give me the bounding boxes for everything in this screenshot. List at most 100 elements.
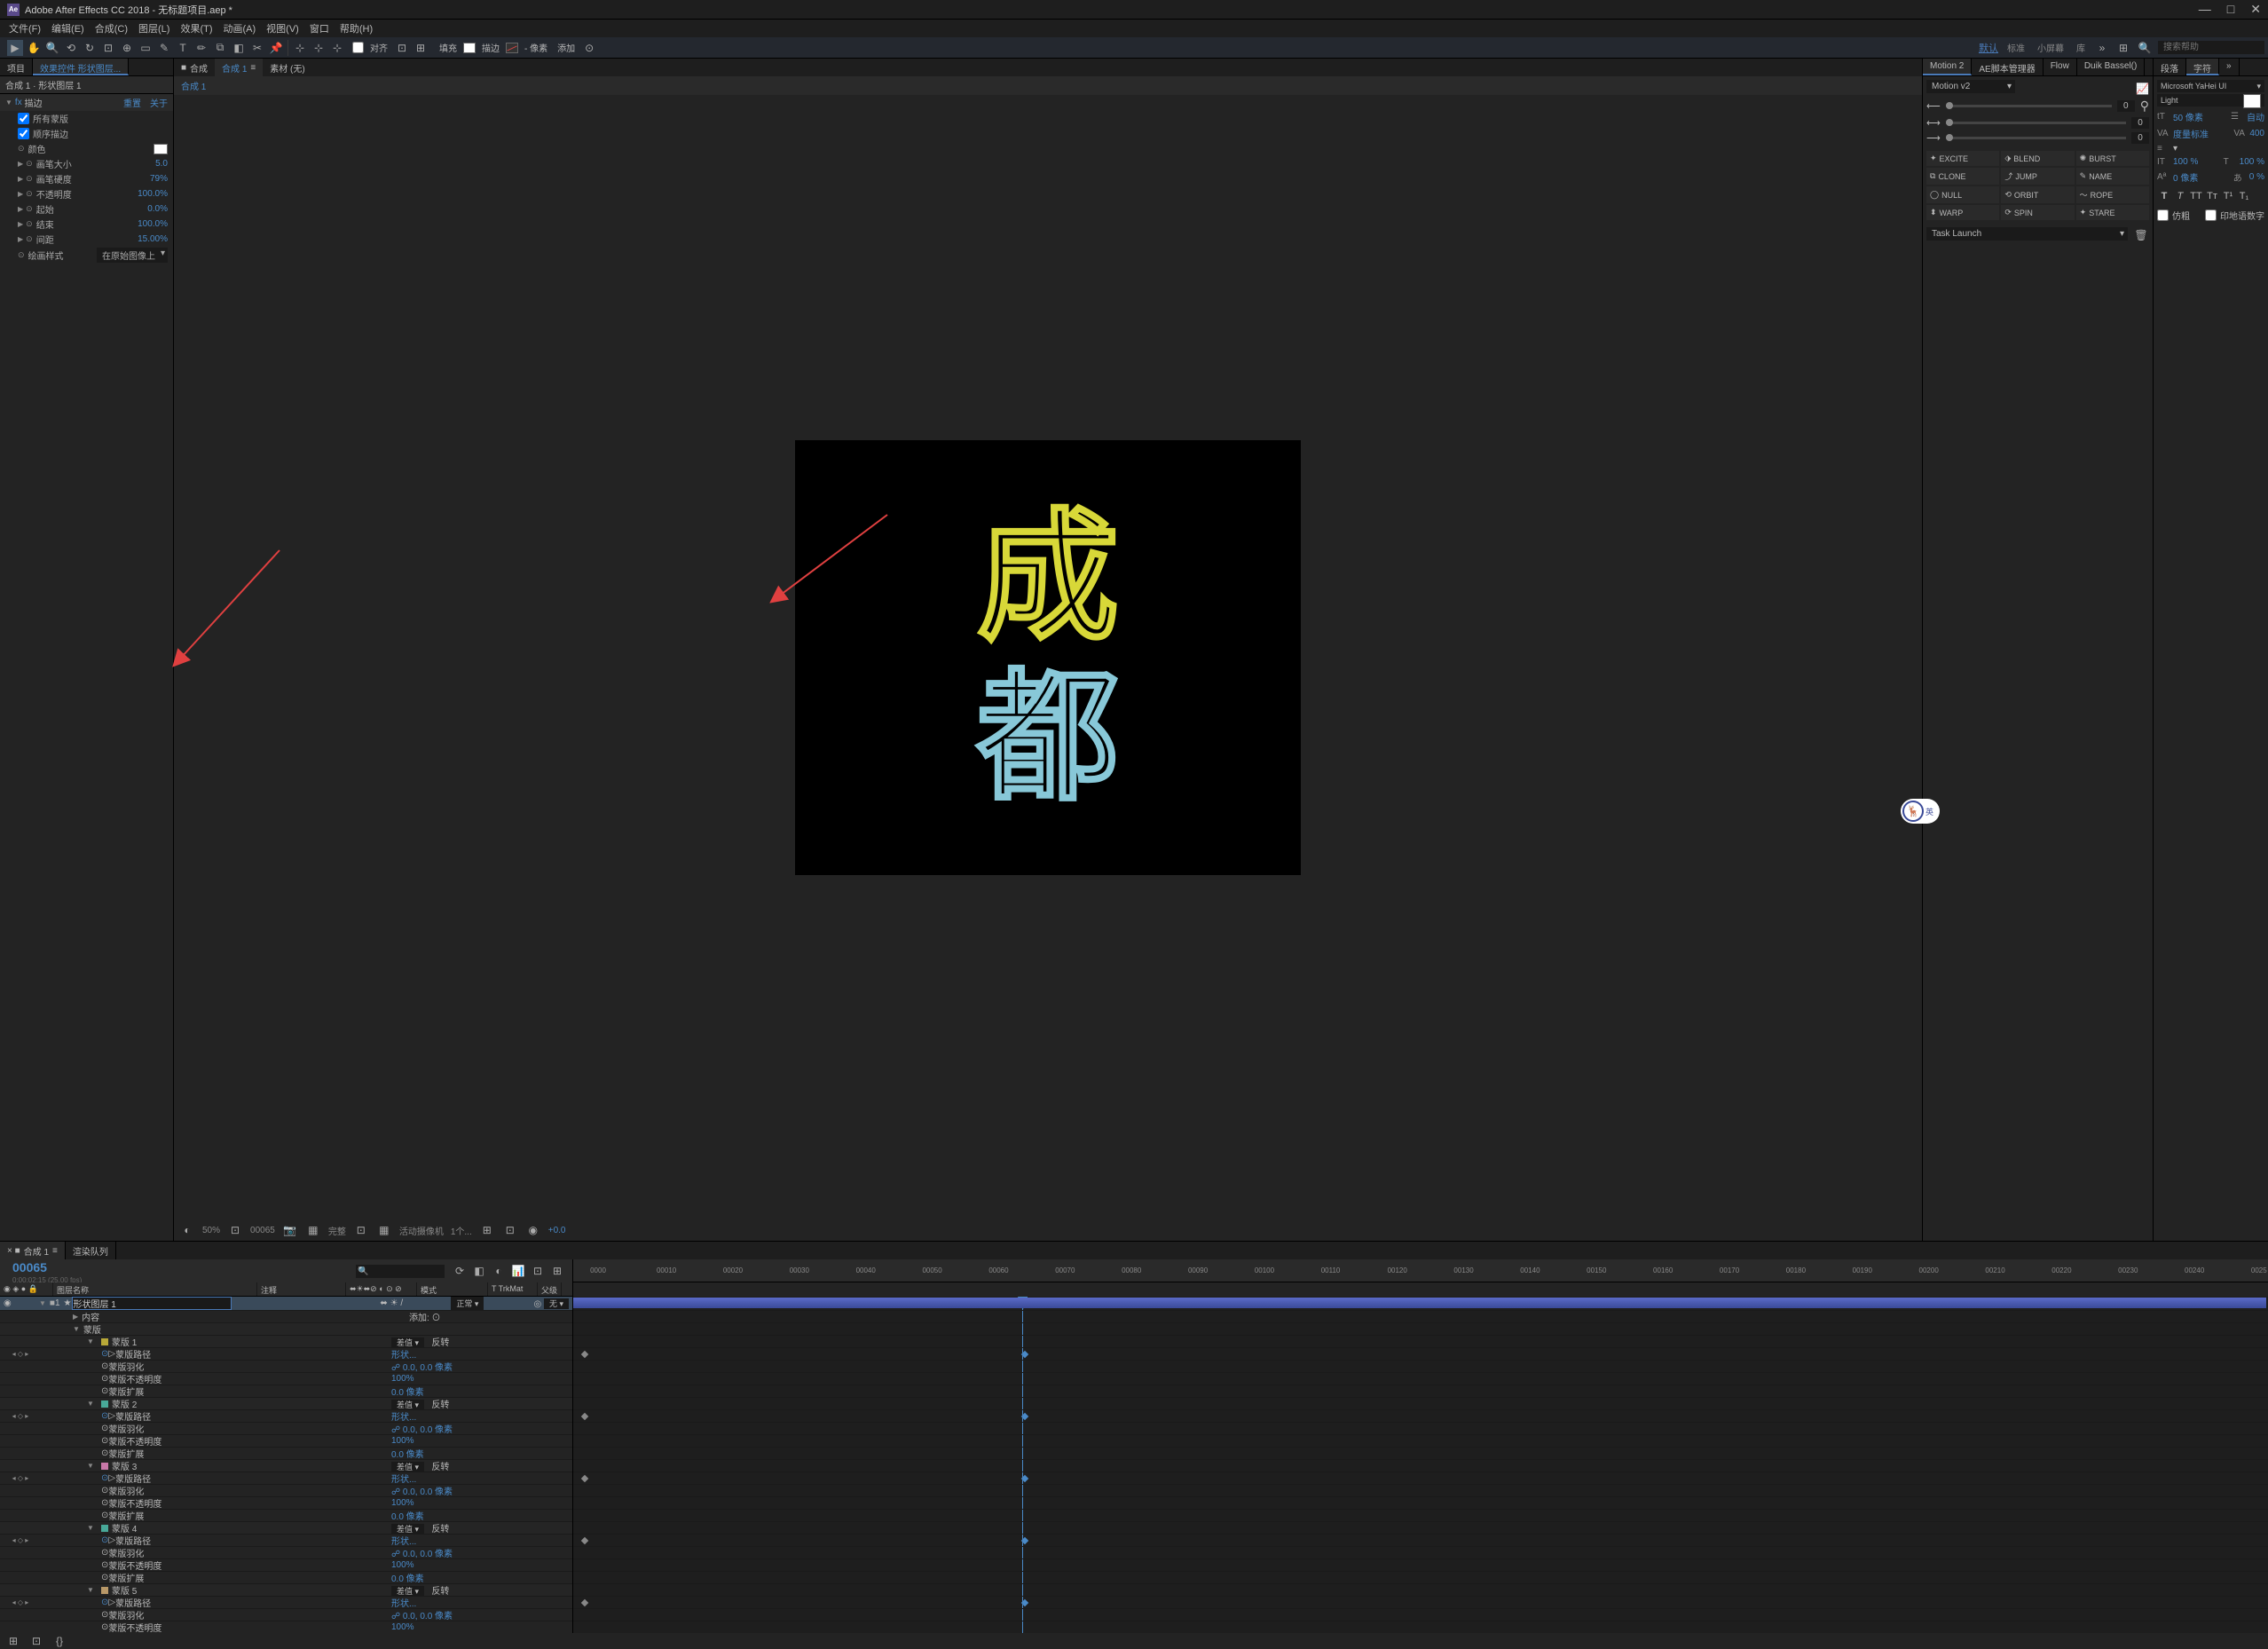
roto-tool-icon[interactable]: ✂ xyxy=(249,40,265,56)
track-row[interactable] xyxy=(573,1410,2268,1423)
tl-graph-icon[interactable]: 📊 xyxy=(510,1263,526,1279)
mask-opacity-row[interactable]: ⊙ 蒙版不透明度100% xyxy=(0,1373,572,1385)
fx-about[interactable]: 关于 xyxy=(150,96,168,109)
tab-flow[interactable]: Flow xyxy=(2044,59,2077,75)
tri-icon[interactable]: ▶ xyxy=(18,190,23,198)
baseline[interactable]: 0 像素 xyxy=(2173,170,2198,184)
vscale[interactable]: 100 % xyxy=(2173,157,2198,167)
search-input[interactable] xyxy=(2158,41,2264,54)
motion-btn-jump[interactable]: ⤴JUMP xyxy=(2001,168,2074,185)
views-dropdown[interactable]: 1个... xyxy=(451,1224,472,1237)
track-row[interactable] xyxy=(573,1448,2268,1460)
paragraph-dropdown[interactable]: ▾ xyxy=(2173,144,2177,154)
fx-effect-name[interactable]: 描边 xyxy=(24,96,42,109)
hscale[interactable]: 100 % xyxy=(2240,157,2264,167)
text-color-swatch[interactable] xyxy=(2243,94,2261,108)
tl-motion-blur-icon[interactable]: ◐ xyxy=(491,1263,507,1279)
tl-toggle-modes-icon[interactable]: ⊡ xyxy=(28,1633,44,1649)
slider-2-val[interactable]: 0 xyxy=(2131,117,2149,129)
motion-btn-rope[interactable]: 〜ROPE xyxy=(2076,186,2149,203)
mask-opacity-row[interactable]: ⊙ 蒙版不透明度100% xyxy=(0,1435,572,1448)
anchor-icon[interactable]: ⚲ xyxy=(2140,99,2149,114)
track-row[interactable] xyxy=(573,1423,2268,1435)
track-row[interactable] xyxy=(573,1597,2268,1609)
mask-feather-row[interactable]: ⊙ 蒙版羽化☍ 0.0, 0.0 像素 xyxy=(0,1485,572,1497)
track-row[interactable] xyxy=(573,1485,2268,1497)
motion-btn-excite[interactable]: ✦EXCITE xyxy=(1926,151,1999,166)
track-row[interactable] xyxy=(573,1323,2268,1336)
track-row[interactable] xyxy=(573,1510,2268,1522)
fill-label[interactable]: 填充 xyxy=(436,41,461,54)
cur-frame[interactable]: 00065 xyxy=(250,1226,275,1235)
cam-dropdown[interactable]: 活动摄像机 xyxy=(399,1224,444,1237)
bold-button[interactable]: T xyxy=(2157,189,2171,203)
stroke-swatch[interactable] xyxy=(506,43,518,53)
snap-checkbox[interactable] xyxy=(352,42,364,53)
track-row[interactable] xyxy=(573,1559,2268,1572)
ws-standard[interactable]: 标准 xyxy=(2004,41,2028,54)
tl-search-input[interactable] xyxy=(356,1265,445,1278)
transp-icon[interactable]: ▦ xyxy=(376,1222,392,1238)
track-row[interactable] xyxy=(573,1572,2268,1584)
exposure[interactable]: +0.0 xyxy=(548,1226,566,1235)
menu-anim[interactable]: 动画(A) xyxy=(218,20,262,37)
col-parent[interactable]: 父级 xyxy=(538,1282,562,1296)
menu-help[interactable]: 帮助(H) xyxy=(335,20,378,37)
mask-row[interactable]: ▼蒙版 1差值 ▾ 反转 xyxy=(0,1336,572,1348)
stroke-px[interactable]: - 像素 xyxy=(521,41,551,54)
allcaps-button[interactable]: TT xyxy=(2189,189,2203,203)
fx-collapse-icon[interactable]: ▼ xyxy=(5,99,12,107)
layer-name-input[interactable] xyxy=(72,1297,232,1310)
mask-path-row[interactable]: ◂ ◇ ▸⊙ ▷ 蒙版路径形状... xyxy=(0,1410,572,1423)
close-button[interactable]: ✕ xyxy=(2250,2,2261,17)
rotate-tool-icon[interactable]: ↻ xyxy=(82,40,98,56)
stopwatch-icon[interactable]: ⊙ xyxy=(26,204,33,214)
menu-view[interactable]: 视图(V) xyxy=(261,20,304,37)
anchor-y-icon[interactable]: ⟷ xyxy=(1926,117,1941,129)
track-row[interactable] xyxy=(573,1336,2268,1348)
motion-btn-null[interactable]: ◯NULL xyxy=(1926,186,1999,203)
mask-path-row[interactable]: ◂ ◇ ▸⊙ ▷ 蒙版路径形状... xyxy=(0,1535,572,1547)
brush-tool-icon[interactable]: ✏ xyxy=(193,40,209,56)
ws-more-icon[interactable]: » xyxy=(2094,40,2110,56)
col-trkmat[interactable]: T TrkMat xyxy=(488,1282,538,1296)
menu-effect[interactable]: 效果(T) xyxy=(175,20,217,37)
mask-expansion-row[interactable]: ⊙ 蒙版扩展0.0 像素 xyxy=(0,1510,572,1522)
subscript-button[interactable]: T₁ xyxy=(2237,189,2251,203)
cb-seq-stroke[interactable] xyxy=(18,128,29,139)
val-end[interactable]: 100.0% xyxy=(138,219,168,229)
anchor-z-icon[interactable]: ⟶ xyxy=(1926,132,1941,144)
motion-btn-blend[interactable]: ⬗BLEND xyxy=(2001,151,2074,166)
task-launch-dropdown[interactable]: Task Launch xyxy=(1926,227,2128,241)
col-comment[interactable]: 注释 xyxy=(257,1282,346,1296)
tab-character[interactable]: 字符 xyxy=(2186,59,2219,75)
motion-btn-spin[interactable]: ⟳SPIN xyxy=(2001,205,2074,220)
val-spacing[interactable]: 15.00% xyxy=(138,234,168,244)
tl-frame-blend-icon[interactable]: ◧ xyxy=(471,1263,487,1279)
guides-icon[interactable]: ⊡ xyxy=(502,1222,518,1238)
ws-lib[interactable]: 库 xyxy=(2073,41,2089,54)
track-row[interactable] xyxy=(573,1472,2268,1485)
slider-1-val[interactable]: 0 xyxy=(2117,100,2135,112)
stroke-label[interactable]: 描边 xyxy=(478,41,503,54)
tri-icon[interactable]: ▶ xyxy=(18,175,23,183)
track-row[interactable] xyxy=(573,1435,2268,1448)
channel-icon[interactable]: ▦ xyxy=(305,1222,321,1238)
menu-file[interactable]: 文件(F) xyxy=(4,20,46,37)
motion-graph-icon[interactable]: 📈 xyxy=(2136,83,2149,95)
tracking[interactable]: 400 xyxy=(2249,129,2264,138)
motion-btn-warp[interactable]: ⬍WARP xyxy=(1926,205,1999,220)
tl-brackets-icon[interactable]: {} xyxy=(51,1633,67,1649)
track-row[interactable] xyxy=(573,1297,2268,1311)
track-row[interactable] xyxy=(573,1311,2268,1323)
stopwatch-icon[interactable]: ⊙ xyxy=(26,234,33,244)
col-mode[interactable]: 模式 xyxy=(417,1282,488,1296)
maximize-button[interactable]: □ xyxy=(2227,2,2234,17)
motion-btn-name[interactable]: ✎NAME xyxy=(2076,168,2149,185)
tab-paragraph[interactable]: 段落 xyxy=(2154,59,2186,75)
layer-row-main[interactable]: ◉▼■ 1 ★ ⬌ ☀ /正常 ▾◎ 无 ▾ xyxy=(0,1297,572,1311)
timecode[interactable]: 00065 xyxy=(0,1258,94,1276)
tsume[interactable]: 0 % xyxy=(2249,172,2264,182)
tl-shy-icon[interactable]: ⟳ xyxy=(452,1263,468,1279)
leading[interactable]: 自动 xyxy=(2247,110,2264,123)
